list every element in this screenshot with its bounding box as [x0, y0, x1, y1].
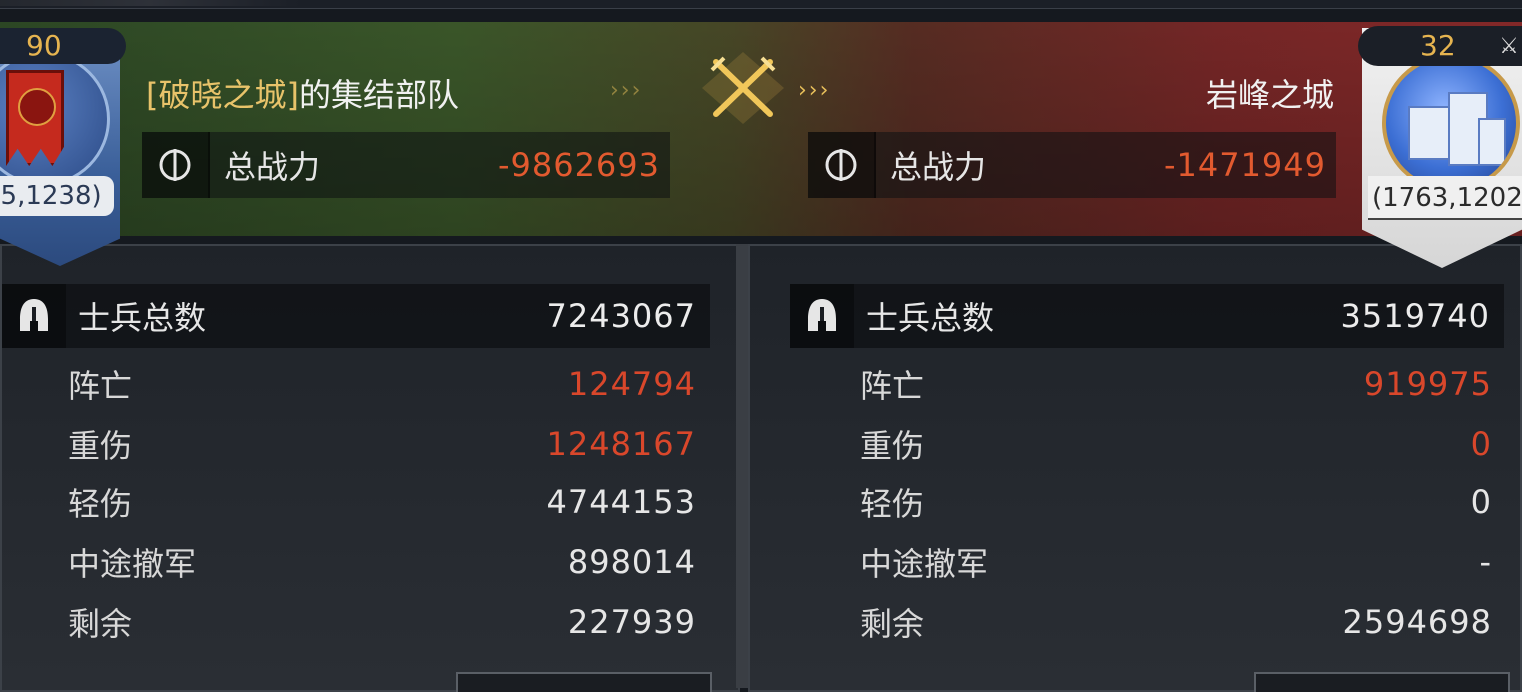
helmet-icon [2, 284, 66, 348]
helmet-icon [790, 284, 854, 348]
power-icon [142, 132, 210, 198]
attacker-power-label: 总战力 [224, 148, 321, 186]
stat-value: 0 [1470, 425, 1492, 463]
stat-value: - [1479, 543, 1492, 581]
arrows-left-icon: ››› [610, 78, 643, 103]
stat-label: 剩余 [860, 605, 925, 643]
stat-value: 919975 [1363, 365, 1492, 403]
attacker-power-bar: 总战力 -9862693 [142, 132, 670, 198]
stat-value: 0 [1470, 483, 1492, 521]
stat-row-remaining: 剩余 2594698 [860, 594, 1492, 650]
panel-divider [736, 244, 748, 688]
stat-label: 轻伤 [68, 485, 133, 523]
stat-value: 124794 [567, 365, 696, 403]
stat-label: 剩余 [68, 605, 133, 643]
stat-row-killed: 阵亡 124794 [68, 356, 696, 412]
crossed-swords-vs-icon [698, 48, 788, 128]
stat-label: 阵亡 [860, 367, 925, 405]
castle-tower-right [1478, 118, 1506, 166]
attacker-coordinates-text: 65,1238) [0, 181, 102, 211]
power-icon [808, 132, 876, 198]
crossed-swords-badge-icon: ⚔ [1499, 34, 1519, 59]
stat-row-remaining: 剩余 227939 [68, 594, 696, 650]
stat-label: 中途撤军 [68, 545, 197, 583]
total-troops-label: 士兵总数 [866, 299, 995, 337]
dragon-emblem-icon [18, 88, 56, 126]
stat-value: 898014 [567, 543, 696, 581]
stat-row-slight: 轻伤 4744153 [68, 474, 696, 530]
defender-stats-panel: 士兵总数 3519740 阵亡 919975 重伤 0 轻伤 0 中途撤军 - … [748, 244, 1522, 692]
stat-row-slight: 轻伤 0 [860, 474, 1492, 530]
stat-row-severe: 重伤 0 [860, 416, 1492, 472]
defender-title: 岩峰之城 [1205, 76, 1334, 114]
stat-label: 重伤 [860, 427, 925, 465]
attacker-stats-panel: 士兵总数 7243067 阵亡 124794 重伤 1248167 轻伤 474… [0, 244, 740, 692]
stat-label: 重伤 [68, 427, 133, 465]
defender-coordinates[interactable]: (1763,1202 [1368, 176, 1522, 220]
attacker-level: 90 [0, 28, 126, 64]
defender-total-troops-row: 士兵总数 3519740 [790, 284, 1504, 348]
total-troops-value: 3519740 [1340, 297, 1490, 335]
total-troops-label: 士兵总数 [78, 299, 207, 337]
arrows-right-icon: ››› [798, 78, 831, 103]
attacker-title: [破晓之城]的集结部队 [146, 70, 459, 116]
stat-row-retreated: 中途撤军 - [860, 534, 1492, 590]
stat-label: 中途撤军 [860, 545, 989, 583]
attacker-coordinates[interactable]: 65,1238) [0, 176, 114, 216]
stat-row-retreated: 中途撤军 898014 [68, 534, 696, 590]
stat-value: 2594698 [1342, 603, 1492, 641]
attacker-avatar[interactable] [0, 30, 122, 266]
attacker-power-value: -9862693 [497, 146, 660, 184]
defender-power-bar: 总战力 -1471949 [808, 132, 1336, 198]
attacker-title-rest: 的集结部队 [298, 76, 459, 114]
defender-power-label: 总战力 [890, 148, 987, 186]
stat-label: 轻伤 [860, 485, 925, 523]
attacker-city-name: [破晓之城] [146, 76, 299, 114]
attacker-total-troops-row: 士兵总数 7243067 [2, 284, 710, 348]
stat-value: 4744153 [546, 483, 696, 521]
top-strip [0, 0, 1522, 9]
stat-value: 227939 [567, 603, 696, 641]
defender-castle-icon [1382, 54, 1520, 192]
stat-label: 阵亡 [68, 367, 133, 405]
castle-tower-left [1408, 106, 1452, 160]
stat-value: 1248167 [546, 425, 696, 463]
defender-coordinates-text: (1763,1202 [1372, 183, 1522, 213]
total-troops-value: 7243067 [546, 297, 696, 335]
defender-power-value: -1471949 [1163, 146, 1326, 184]
defender-details-button[interactable] [1254, 672, 1510, 692]
stat-row-severe: 重伤 1248167 [68, 416, 696, 472]
attacker-details-button[interactable] [456, 672, 712, 692]
stat-row-killed: 阵亡 919975 [860, 356, 1492, 412]
top-strip-fade [0, 0, 300, 6]
